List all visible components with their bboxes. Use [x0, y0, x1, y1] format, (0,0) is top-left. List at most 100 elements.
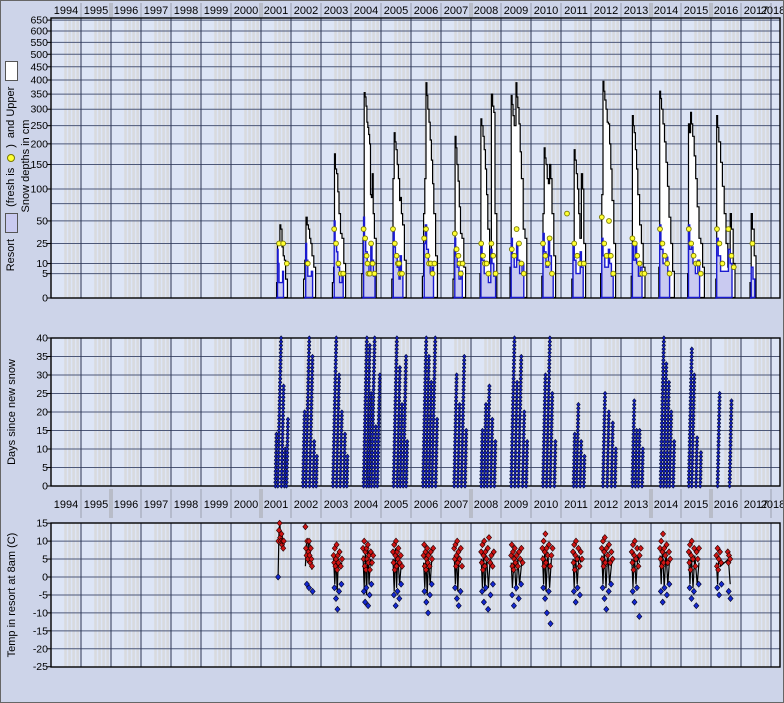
- year-label: 2013: [624, 499, 648, 511]
- fresh-snow-point: [336, 261, 341, 266]
- fresh-snow-point: [460, 261, 465, 266]
- month-stripe: [586, 18, 589, 298]
- month-stripe: [736, 18, 739, 298]
- fresh-snow-point: [452, 231, 457, 236]
- days-axis-title: Days since new snow: [5, 332, 19, 492]
- fresh-snow-point: [484, 261, 489, 266]
- resort-swatch-icon: [5, 213, 18, 233]
- fresh-snow-point: [565, 211, 570, 216]
- year-label: 2018: [761, 5, 784, 17]
- snow-ytick-label: 550: [30, 37, 48, 49]
- snow-ytick-label: 300: [30, 104, 48, 116]
- days-ytick-label: 25: [36, 388, 48, 400]
- fresh-snow-point: [547, 236, 552, 241]
- snow-ytick-label: 350: [30, 89, 48, 101]
- month-stripe: [758, 18, 761, 298]
- fresh-snow-point: [686, 227, 691, 232]
- fresh-snow-point: [392, 241, 397, 246]
- month-stripe: [766, 18, 769, 298]
- month-stripe: [256, 18, 259, 298]
- month-stripe: [226, 18, 229, 298]
- year-label: 1996: [114, 499, 138, 511]
- days-ytick-label: 20: [36, 407, 48, 419]
- fresh-snow-point: [489, 241, 494, 246]
- month-stripe: [286, 18, 289, 298]
- fresh-snow-point: [632, 241, 637, 246]
- snow-ytick-label: 100: [30, 184, 48, 196]
- year-label: 2007: [444, 499, 468, 511]
- year-label: 2002: [294, 5, 318, 17]
- days-axis-title-text: Days since new snow: [6, 359, 18, 465]
- month-stripe: [166, 18, 169, 298]
- fresh-snow-point: [689, 241, 694, 246]
- fresh-snow-point: [391, 227, 396, 232]
- temp-ytick-label: -25: [33, 661, 48, 673]
- month-stripe: [102, 18, 105, 298]
- fresh-snow-point: [630, 236, 635, 241]
- year-label: 2005: [384, 5, 408, 17]
- fresh-snow-point: [458, 271, 463, 276]
- fresh-snow-point: [635, 253, 640, 258]
- fresh-snow-point: [572, 241, 577, 246]
- fresh-snow-point: [512, 253, 517, 258]
- month-stripe: [196, 18, 199, 298]
- fresh-snow-point: [637, 261, 642, 266]
- month-stripe: [706, 18, 709, 298]
- days-ytick-label: 5: [42, 462, 48, 474]
- snow-ytick-label: 450: [30, 61, 48, 73]
- month-stripe: [616, 18, 619, 298]
- fresh-snow-point: [691, 253, 696, 258]
- fresh-snow-point: [394, 253, 399, 258]
- year-label: 2010: [534, 499, 558, 511]
- month-stripe: [222, 18, 225, 298]
- fresh-snow-point: [599, 215, 604, 220]
- month-stripe: [252, 18, 255, 298]
- fresh-snow-point: [305, 261, 310, 266]
- month-stripe: [184, 18, 187, 298]
- year-label: 1997: [144, 499, 168, 511]
- snow-axis-title-text: Snow depths in cm: [20, 120, 32, 213]
- year-axis-middle: 1994199519961997199819992000200120022003…: [54, 489, 784, 518]
- fresh-snow-point: [422, 236, 427, 241]
- year-label: 2008: [474, 5, 498, 17]
- year-label: 2000: [234, 499, 258, 511]
- fresh-snow-point: [667, 271, 672, 276]
- snow-history-chart: 6506005505004504003503002502001501005025…: [0, 0, 784, 703]
- fresh-snow-point: [521, 271, 526, 276]
- month-stripe: [316, 18, 319, 298]
- fresh-snow-point: [662, 253, 667, 258]
- snow-ytick-label: 150: [30, 159, 48, 171]
- month-stripe: [94, 18, 97, 298]
- year-label: 2015: [684, 5, 708, 17]
- days-ytick-label: 15: [36, 425, 48, 437]
- month-stripe: [106, 18, 109, 298]
- year-label: 2010: [534, 5, 558, 17]
- fresh-snow-point: [369, 241, 374, 246]
- fresh-snow-point: [517, 241, 522, 246]
- temp-ytick-label: 0: [42, 572, 48, 584]
- panel-temp: [47, 523, 780, 667]
- fresh-snow-point: [284, 261, 289, 266]
- month-stripe: [188, 18, 191, 298]
- year-label: 2009: [504, 499, 528, 511]
- fresh-snow-point: [397, 261, 402, 266]
- days-ytick-label: 30: [36, 370, 48, 382]
- year-label: 1997: [144, 5, 168, 17]
- fresh-snow-point: [370, 261, 375, 266]
- year-label: 1995: [84, 499, 108, 511]
- fresh-snow-point: [717, 241, 722, 246]
- snow-axis-title: Snow depths in cm: [19, 46, 33, 286]
- year-label: 2018: [761, 499, 784, 511]
- snow-ytick-label: 50: [36, 215, 48, 227]
- fresh-snow-point: [430, 271, 435, 276]
- month-stripe: [192, 18, 195, 298]
- year-label: 2016: [714, 499, 738, 511]
- month-stripe: [154, 18, 157, 298]
- year-label: 2006: [414, 5, 438, 17]
- fresh-snow-point: [750, 241, 755, 246]
- fresh-snow-point: [332, 227, 337, 232]
- snow-ytick-label: 600: [30, 26, 48, 38]
- fresh-snow-point: [454, 247, 459, 252]
- fresh-snow-point: [361, 227, 366, 232]
- temp-ytick-label: -20: [33, 643, 48, 655]
